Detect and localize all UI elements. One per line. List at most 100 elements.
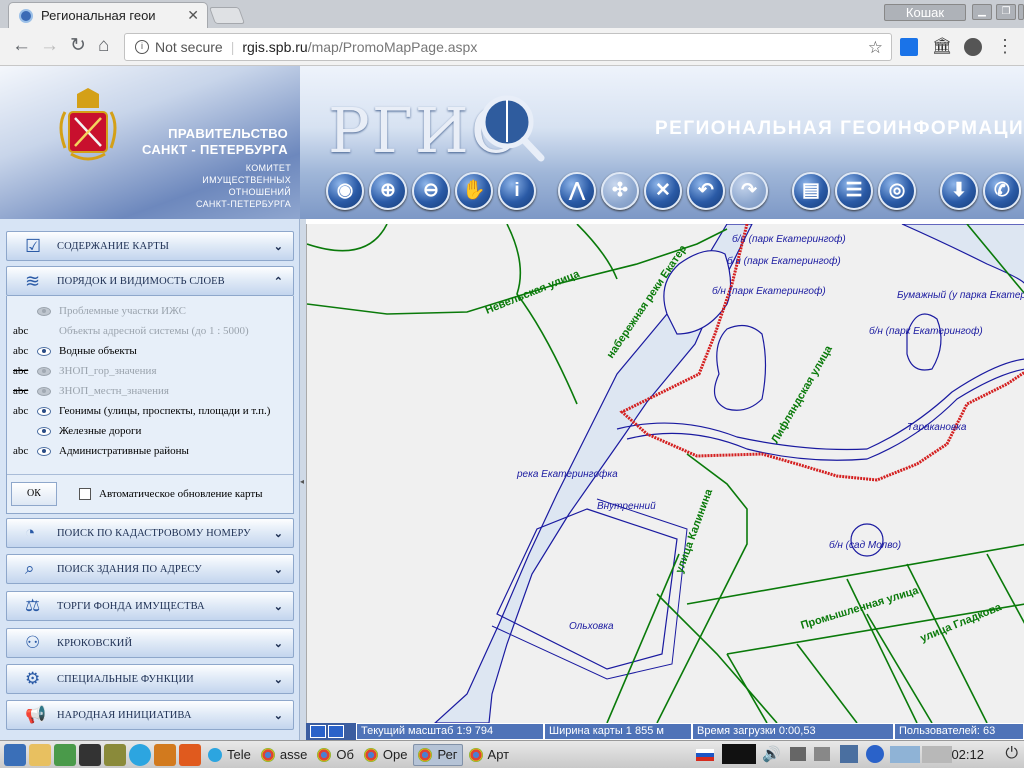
update-icon[interactable] (866, 745, 884, 763)
start-menu-icon[interactable] (4, 743, 26, 766)
info-tool-button[interactable]: i (498, 172, 536, 210)
close-tab-icon[interactable]: ✕ (187, 7, 199, 24)
reload-icon[interactable]: ↻ (70, 36, 86, 56)
taskbar-item-active[interactable]: Рег (413, 743, 463, 766)
home-icon[interactable]: ⌂ (98, 36, 109, 56)
map-svg[interactable]: б/н (парк Екатерингоф) б/н (парк Екатери… (307, 224, 1024, 723)
terminal-icon[interactable] (79, 743, 101, 766)
select-tool-button[interactable]: ✣ (601, 172, 639, 210)
layer-label-toggle[interactable]: abc (13, 445, 33, 457)
chrome-launcher-icon[interactable] (54, 743, 76, 766)
maximize-icon[interactable]: ❐ (996, 4, 1016, 20)
gov-line1: ПРАВИТЕЛЬСТВО (168, 126, 288, 141)
auto-update-option[interactable]: Автоматическое обновление карты (79, 488, 263, 500)
layer-row[interactable]: abc ЗНОП_гор_значения (7, 362, 293, 380)
layer-row[interactable]: abc Объекты адресной системы (до 1 : 500… (7, 322, 293, 340)
layer-row[interactable]: abc Водные объекты (7, 342, 293, 360)
layer-row[interactable]: Железные дороги (7, 422, 293, 440)
globe-tool-button[interactable]: ◉ (326, 172, 364, 210)
layer-label-toggle[interactable]: abc (13, 345, 33, 357)
tools-icon[interactable] (104, 743, 126, 766)
address-search-header[interactable]: ⌕ Поиск здания по адресу ⌄ (6, 554, 294, 584)
browser-tab[interactable]: Региональная геои ✕ (8, 2, 208, 28)
measure-tool-button[interactable]: ⋀ (558, 172, 596, 210)
minimize-icon[interactable]: ▁ (972, 4, 992, 20)
bookmark-star-icon[interactable]: ☆ (868, 38, 883, 58)
list-button[interactable]: ☰ (835, 172, 873, 210)
workspace-1[interactable] (890, 746, 920, 763)
security-indicator[interactable]: Not secure (155, 39, 223, 55)
redo-button[interactable]: ↷ (730, 172, 768, 210)
forward-arrow-icon[interactable]: → (40, 36, 59, 56)
layer-row[interactable]: Проблемные участки ИЖС (7, 302, 293, 320)
layer-label-toggle[interactable]: abc (13, 365, 33, 377)
committee-title: КОМИТЕТ ИМУЩЕСТВЕННЫХ ОТНОШЕНИЙ САНКТ-ПЕ… (131, 162, 291, 210)
visibility-eye-icon[interactable] (37, 386, 51, 396)
telegram-launcher-icon[interactable] (129, 743, 151, 766)
menu-icon[interactable]: ⋮ (996, 37, 1014, 56)
taskbar-item[interactable]: asse (257, 744, 311, 766)
print-button[interactable]: ▤ (792, 172, 830, 210)
network-icon[interactable] (790, 747, 806, 761)
visibility-eye-icon[interactable] (37, 306, 51, 316)
language-flag-icon[interactable] (696, 749, 714, 761)
address-bar[interactable]: i Not secure | rgis.spb.ru /map/PromoMap… (124, 33, 892, 61)
layer-row[interactable]: abc ЗНОП_местн_значения (7, 382, 293, 400)
layers-order-header[interactable]: ≋ Порядок и видимость слоев ⌃ (6, 266, 294, 296)
files-icon[interactable] (29, 743, 51, 766)
layer-row[interactable]: abc Геонимы (улицы, проспекты, площади и… (7, 402, 293, 420)
auto-update-checkbox[interactable] (79, 488, 91, 500)
extension-globe-icon[interactable] (964, 38, 982, 56)
library-icon[interactable]: 🏛 (932, 38, 952, 56)
map-label: Бумажный (у парка Екатер (897, 290, 1024, 301)
cadastral-search-header[interactable]: ◔ Поиск по кадастровому номеру ⌄ (6, 518, 294, 548)
visibility-eye-icon[interactable] (37, 366, 51, 376)
taskbar-item-label: asse (279, 747, 308, 762)
zoom-out-button[interactable]: ⊖ (412, 172, 450, 210)
power-icon[interactable]: ⏻ (1005, 745, 1018, 763)
visibility-eye-icon[interactable] (37, 426, 51, 436)
new-tab-button[interactable] (208, 7, 246, 24)
special-functions-header[interactable]: ⚙ Специальные функции ⌄ (6, 664, 294, 694)
ok-button[interactable]: ОК (11, 482, 57, 506)
taskbar-item[interactable]: Об (313, 744, 358, 766)
layer-label-toggle[interactable]: abc (13, 385, 33, 397)
layer-label-toggle[interactable]: abc (13, 325, 33, 337)
volume-icon[interactable]: 🔊 (762, 745, 781, 763)
taskbar-item[interactable]: Оре (360, 744, 412, 766)
map-view-icon[interactable] (310, 725, 326, 738)
download-button[interactable]: ⬇ (940, 172, 978, 210)
chevron-down-icon: ⌄ (273, 527, 283, 540)
extension-icon[interactable] (900, 38, 918, 56)
comment-button[interactable]: ✆ (983, 172, 1021, 210)
back-arrow-icon[interactable]: ← (12, 36, 31, 56)
collapse-arrow-icon[interactable]: ◂ (300, 477, 304, 486)
pan-hand-button[interactable]: ✋ (455, 172, 493, 210)
profile-button[interactable]: Кошак (884, 4, 966, 21)
layer-label-toggle[interactable]: abc (13, 405, 33, 417)
workspace-2[interactable] (922, 746, 952, 763)
property-auction-header[interactable]: ⚖ Торги фонда имущества ⌄ (6, 591, 294, 621)
visibility-eye-icon[interactable] (37, 446, 51, 456)
app-launcher-icon[interactable] (154, 743, 176, 766)
firefox-launcher-icon[interactable] (179, 743, 201, 766)
visibility-eye-icon[interactable] (37, 406, 51, 416)
clear-button[interactable]: ✕ (644, 172, 682, 210)
visibility-eye-icon[interactable] (37, 346, 51, 356)
grid-view-icon[interactable] (328, 725, 344, 738)
close-window-icon[interactable] (1018, 4, 1024, 20)
krukovsky-header[interactable]: ⚇ Крюковский ⌄ (6, 628, 294, 658)
zoom-in-button[interactable]: ⊕ (369, 172, 407, 210)
info-icon[interactable]: i (135, 40, 149, 54)
public-initiative-header[interactable]: 📢 Народная инициатива ⌄ (6, 700, 294, 730)
undo-button[interactable]: ↶ (687, 172, 725, 210)
full-extent-button[interactable]: ◎ (878, 172, 916, 210)
signal-icon[interactable] (840, 745, 858, 763)
map-canvas[interactable]: б/н (парк Екатерингоф) б/н (парк Екатери… (306, 224, 1024, 723)
map-contents-header[interactable]: ☑ Содержание карты ⌄ (6, 231, 294, 261)
taskbar-item[interactable]: Tele (204, 744, 255, 766)
taskbar-item[interactable]: Арт (465, 744, 514, 766)
layer-row[interactable]: abc Административные районы (7, 442, 293, 460)
chevron-down-icon: ⌄ (273, 563, 283, 576)
battery-icon[interactable] (814, 747, 830, 761)
